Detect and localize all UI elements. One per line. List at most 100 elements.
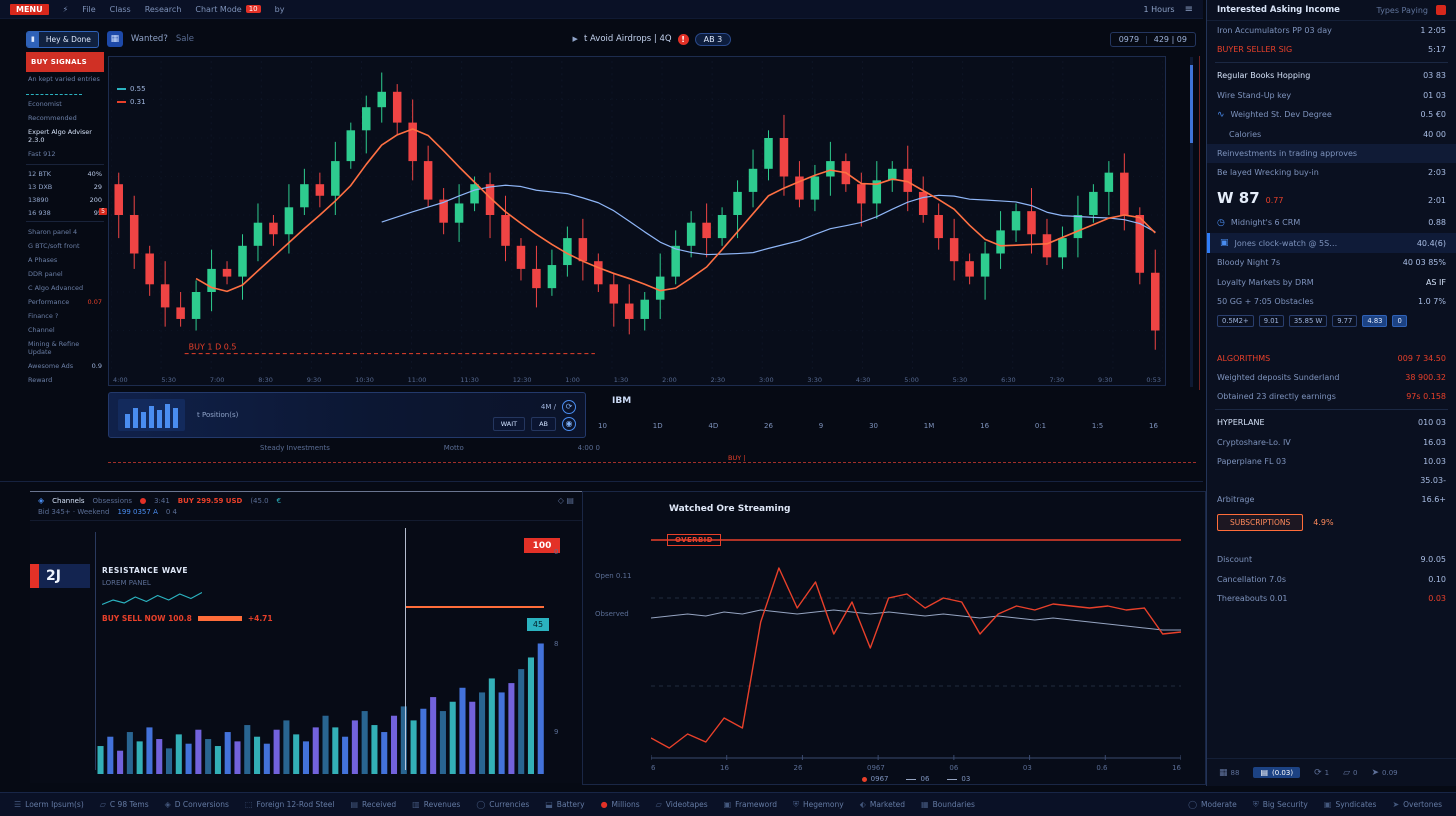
stat-chip[interactable]: 35.85 W (1289, 315, 1327, 327)
status-item[interactable]: ▱C 98 Tems (100, 800, 149, 809)
status-item[interactable]: ⛨Hegemony (793, 800, 844, 810)
timeframe-item[interactable]: 4D (708, 422, 718, 430)
sidebar-item[interactable]: Channel (26, 323, 104, 337)
toolbar-label-wanted[interactable]: Wanted? (131, 34, 168, 44)
status-item[interactable]: ●Millions (601, 800, 640, 809)
data-row[interactable]: Cryptoshare-Lo. IV16.03 (1207, 433, 1456, 452)
status-item[interactable]: ☰Loerm Ipsum(s) (14, 800, 84, 809)
menu-item[interactable]: MENU (10, 4, 49, 15)
data-row[interactable]: ALGORITHMS009 7 34.50 (1207, 349, 1456, 368)
data-row[interactable]: Bloody Night 7s40 03 85% (1207, 253, 1456, 272)
scrollbar-thumb[interactable] (1190, 65, 1193, 143)
sidebar-item[interactable]: Sharon panel 4 (26, 225, 104, 239)
selected-row[interactable]: ▣Jones clock-watch @ 5S…40.4(6) (1207, 233, 1456, 253)
alert-icon[interactable] (1436, 5, 1446, 15)
sidebar-item[interactable]: Reward (26, 373, 104, 387)
data-row[interactable]: Regular Books Hopping03 83 (1207, 66, 1456, 85)
timeframe-item[interactable]: 16 (1149, 422, 1158, 430)
data-row[interactable]: BUYER SELLER SIG5:17 (1207, 40, 1456, 59)
menu-item[interactable]: Chart Mode10 (195, 5, 260, 14)
menu-item[interactable]: Class (110, 5, 131, 14)
sidebar-item[interactable]: C Algo Advanced (26, 281, 104, 295)
status-item[interactable]: ▦Boundaries (921, 800, 975, 809)
status-item[interactable]: ◈D Conversions (165, 800, 229, 809)
sidebar-item[interactable]: An kept varied entries (26, 72, 104, 86)
timeframe-item[interactable]: 0:1 (1035, 422, 1046, 430)
card-icon[interactable]: ▤(0.03) (1253, 767, 1300, 778)
data-row[interactable]: Obtained 23 directly earnings97s 0.158 (1207, 387, 1456, 406)
stat-chip[interactable]: 4.83 (1362, 315, 1387, 327)
selected-channel[interactable]: 2J (30, 564, 90, 588)
highlight-row[interactable]: Reinvestments in trading approves (1207, 144, 1456, 163)
tab-obsessions[interactable]: Obsessions (93, 497, 133, 505)
status-item[interactable]: ⛨Big Security (1253, 800, 1308, 810)
candlestick-chart[interactable]: BUY 1 D 0.5 0.550.31 4:005:307:008:309:3… (108, 56, 1166, 386)
menu-item[interactable]: File (82, 5, 95, 14)
timeframe-item[interactable]: 30 (869, 422, 878, 430)
ab-button[interactable]: AB (531, 417, 556, 431)
timeframe-item[interactable]: 1:5 (1092, 422, 1103, 430)
doc-icon[interactable]: ▱0 (1343, 768, 1357, 778)
data-row[interactable]: HYPERLANE010 03 (1207, 413, 1456, 432)
symbol-ticker[interactable]: IBM (612, 396, 631, 406)
toolbar-label-sale[interactable]: Sale (176, 34, 194, 44)
user-icon[interactable]: ◉ (562, 417, 576, 431)
menu-item[interactable]: ⚡ (63, 5, 69, 14)
send-icon[interactable]: ➤0.09 (1371, 768, 1397, 778)
data-row[interactable]: 35.03- (1207, 471, 1456, 490)
menu-item[interactable]: by (275, 5, 285, 14)
status-item[interactable]: ▤Received (350, 800, 396, 809)
data-row[interactable]: Arbitrage16.6+ (1207, 490, 1456, 509)
stat-row[interactable]: W 870.772:01 (1207, 183, 1456, 213)
sidebar-item[interactable]: Expert Algo Adviser 2.3.0 (26, 125, 104, 147)
status-item[interactable]: ⬚Foreign 12-Rod Steel (245, 800, 335, 809)
quote-row[interactable]: 12 BTK40% (26, 167, 104, 180)
status-item[interactable]: ▣Syndicates (1324, 800, 1377, 809)
data-row[interactable]: Be layed Wrecking buy-in2:03 (1207, 163, 1456, 182)
data-row[interactable]: Calories40 00 (1207, 125, 1456, 144)
stat-chip[interactable]: 9.77 (1332, 315, 1357, 327)
status-item[interactable]: ◯Moderate (1188, 800, 1237, 809)
stat-chip[interactable]: 9.01 (1259, 315, 1284, 327)
layout-grid-button[interactable]: ▦ (107, 31, 123, 47)
data-row[interactable]: Iron Accumulators PP 03 day1 2:05 (1207, 21, 1456, 40)
pair-badge[interactable]: AB 3 (695, 33, 732, 46)
stat-chip[interactable]: 0.5M2+ (1217, 315, 1254, 327)
data-row[interactable]: Wire Stand-Up key01 03 (1207, 86, 1456, 105)
timeframe-item[interactable]: 1M (924, 422, 935, 430)
data-row[interactable]: ◷Midnight's 6 CRM0.88 (1207, 213, 1456, 233)
sidebar-item[interactable]: Finance ? (26, 309, 104, 323)
timeframe-item[interactable]: 1D (653, 422, 663, 430)
sidebar-item[interactable]: DDR panel (26, 267, 104, 281)
stat-chip[interactable]: 0 (1392, 315, 1406, 327)
watchlist-header[interactable]: BUY SIGNALS (26, 52, 104, 72)
timeframe-item[interactable]: 10 (598, 422, 607, 430)
sidebar-item[interactable]: Mining & Refine Update (26, 337, 104, 359)
status-item[interactable]: ⬓Battery (545, 800, 584, 809)
sidebar-item[interactable]: Economist (26, 97, 104, 111)
data-row[interactable]: Cancellation 7.0s0.10 (1207, 570, 1456, 589)
quote-row[interactable]: 16 938955 (26, 206, 104, 219)
chart-scrollbar[interactable] (1190, 57, 1193, 387)
refresh-icon[interactable]: ⟳1 (1314, 768, 1329, 778)
refresh-icon[interactable]: ⟳ (562, 400, 576, 414)
status-item[interactable]: ➤Overtones (1392, 800, 1442, 809)
timeframe-item[interactable]: 16 (980, 422, 989, 430)
sidebar-item[interactable]: A Phases (26, 253, 104, 267)
sidebar-item[interactable]: Performance0.07 (26, 295, 104, 309)
tab-channels[interactable]: Channels (52, 497, 84, 505)
data-row[interactable]: ∿Weighted St. Dev Degree0.5 €0 (1207, 105, 1456, 125)
data-row[interactable]: 50 GG + 7:05 Obstacles1.0 7% (1207, 292, 1456, 311)
quote-row[interactable]: 13 DXB29 (26, 180, 104, 193)
status-item[interactable]: ▱Videotapes (656, 800, 708, 809)
timeframe-item[interactable]: 26 (764, 422, 773, 430)
grid-icon[interactable]: ▦88 (1219, 768, 1239, 778)
status-item[interactable]: ▣Frameword (724, 800, 777, 809)
data-row[interactable]: Discount9.0.05 (1207, 550, 1456, 569)
data-row[interactable]: Weighted deposits Sunderland38 900.32 (1207, 368, 1456, 387)
sidebar-item[interactable]: Fast 912 (26, 147, 104, 161)
data-row[interactable]: Loyalty Markets by DRMAS IF (1207, 273, 1456, 292)
menu-item[interactable]: Research (145, 5, 182, 14)
status-item[interactable]: ▥Revenues (412, 800, 460, 809)
sidebar-item[interactable]: Awesome Ads0.9 (26, 359, 104, 373)
